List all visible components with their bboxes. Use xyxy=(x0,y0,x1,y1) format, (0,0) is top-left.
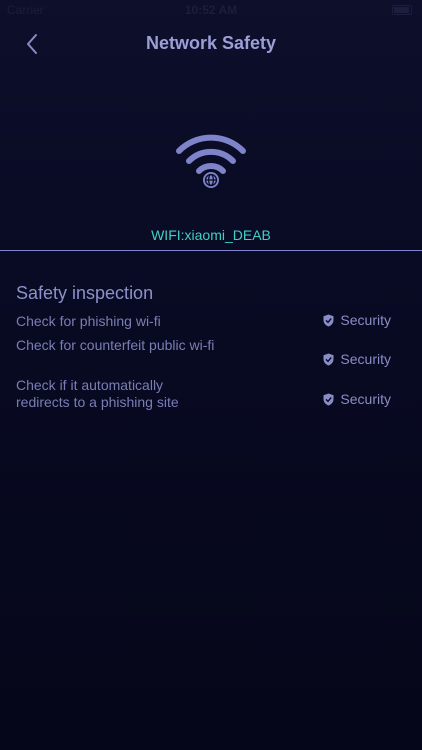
check-label: Check if it automatically redirects to a… xyxy=(16,377,179,410)
navigation-bar: Network Safety xyxy=(0,22,422,66)
status-time: 10:52 AM xyxy=(184,3,238,17)
battery-icon xyxy=(392,5,412,15)
shield-check-icon xyxy=(323,393,334,405)
wifi-network-name: WIFI:xiaomi_DEAB xyxy=(151,227,271,243)
check-label: Check for counterfeit public wi-fi xyxy=(16,337,215,353)
wifi-globe-icon xyxy=(176,134,246,188)
status-badge: Security xyxy=(323,312,391,328)
status-label: Security xyxy=(340,312,391,328)
check-label: Check for phishing wi-fi xyxy=(16,313,161,329)
status-bar: Carrier 10:52 AM xyxy=(0,0,422,22)
status-badge: Security xyxy=(323,351,391,367)
divider xyxy=(0,250,422,251)
section-title: Safety inspection xyxy=(16,283,154,303)
status-label: Security xyxy=(340,351,391,367)
page-title: Network Safety xyxy=(145,33,277,53)
status-label: Security xyxy=(340,391,391,407)
shield-check-icon xyxy=(323,314,334,326)
status-badge: Security xyxy=(323,391,391,407)
shield-check-icon xyxy=(323,353,334,365)
